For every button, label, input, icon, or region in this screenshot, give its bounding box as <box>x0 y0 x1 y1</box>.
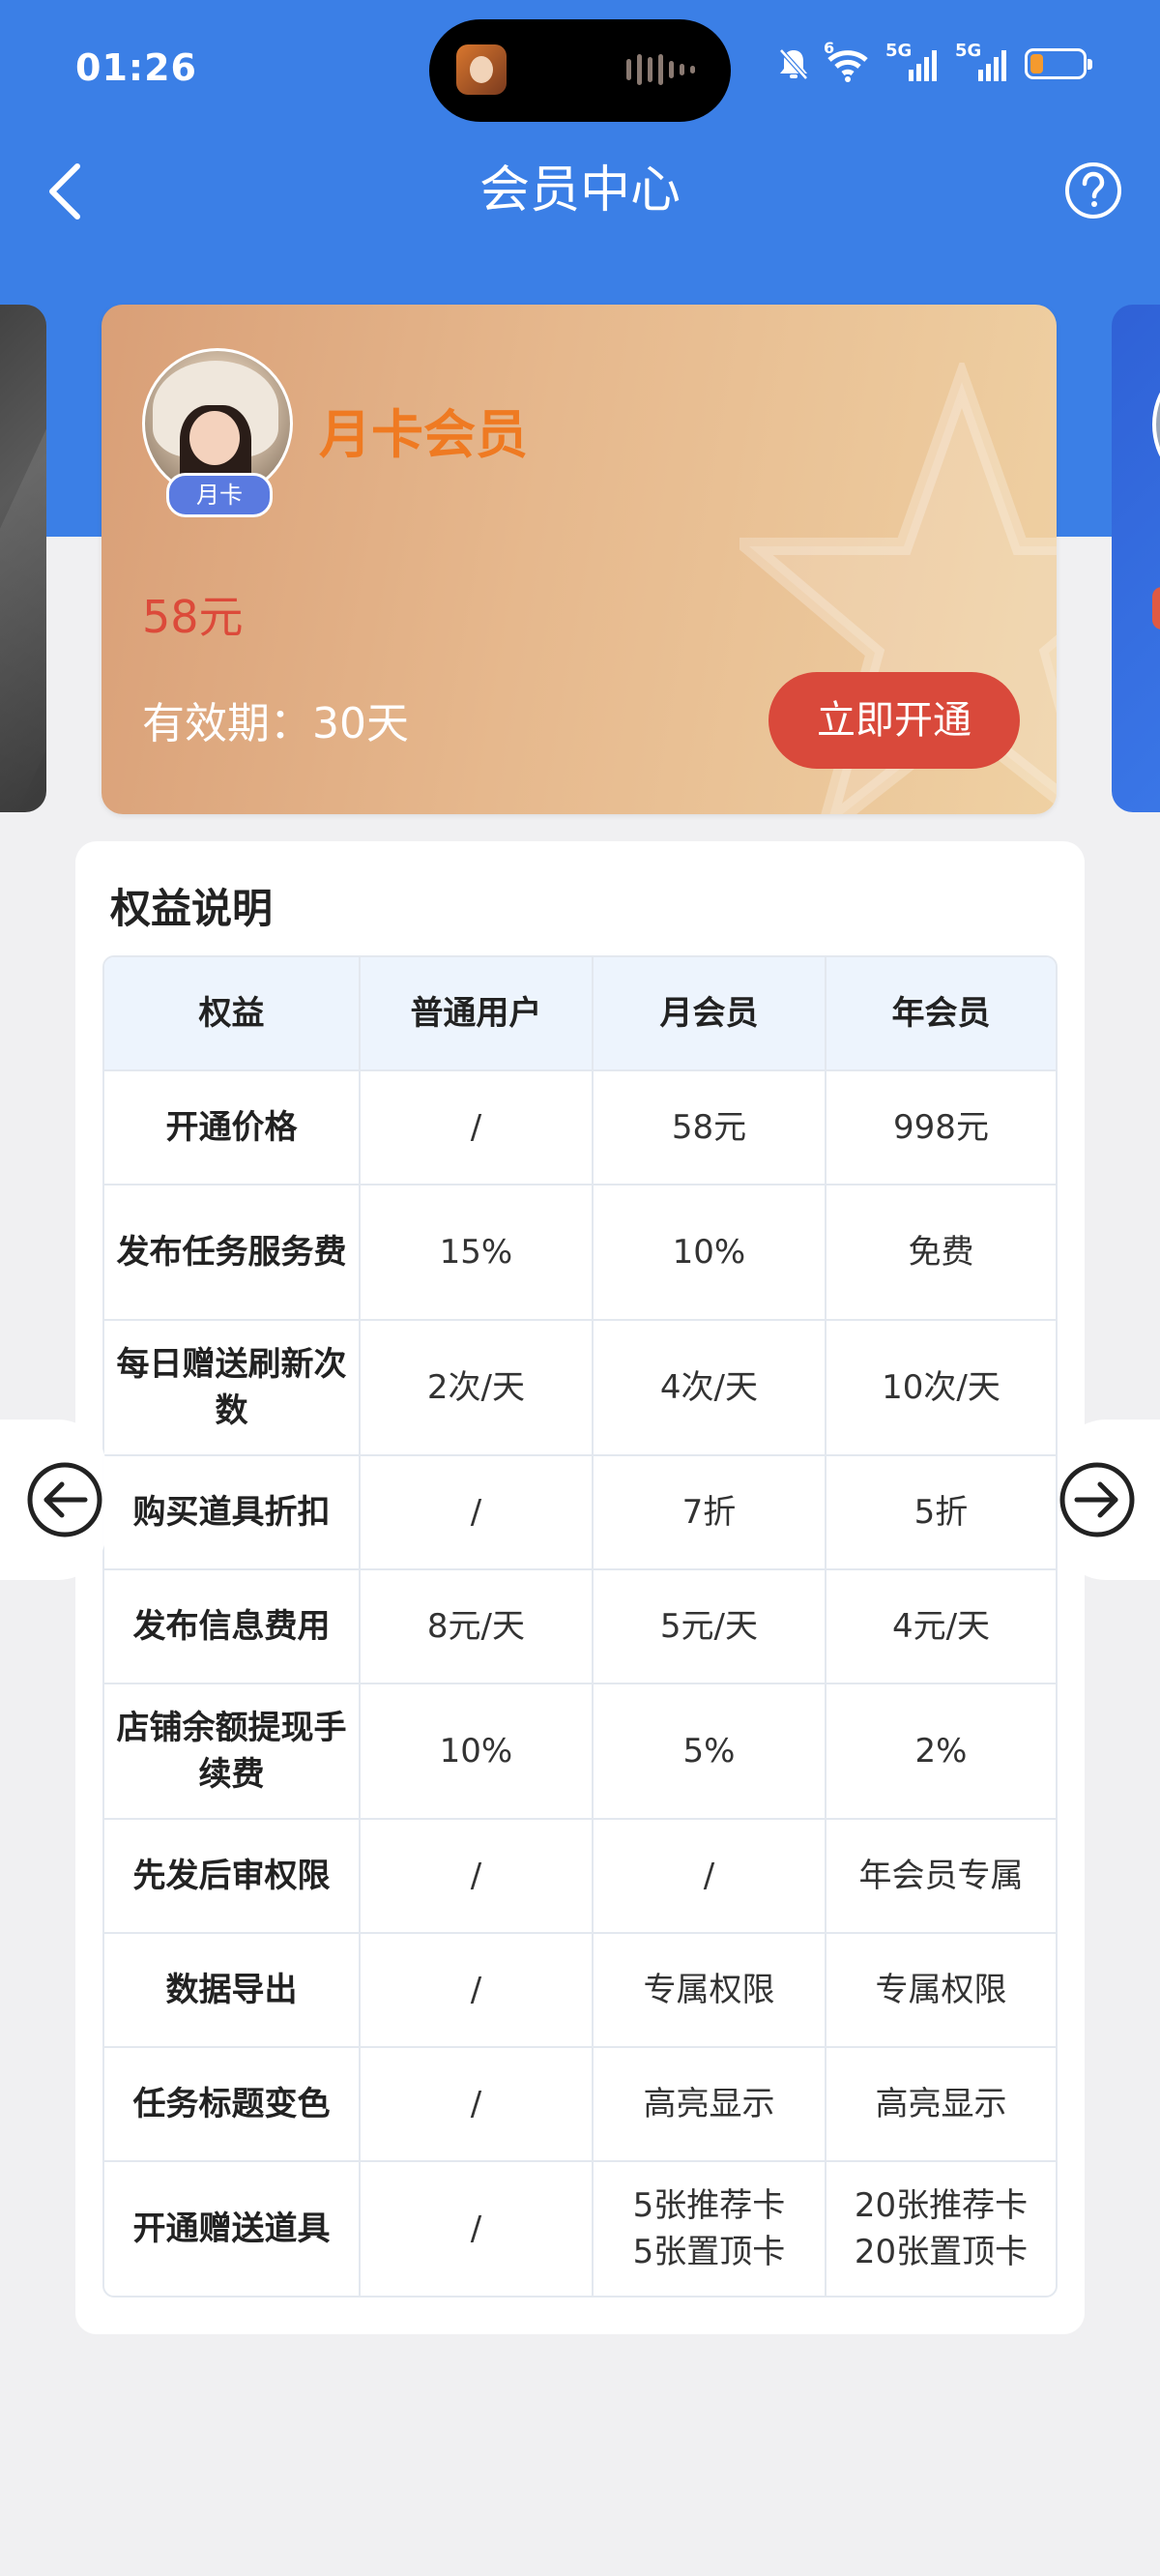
table-cell: 免费 <box>824 1186 1056 1319</box>
table-cell: / <box>358 2048 592 2160</box>
benefit-name-cell: 店铺余额提现手续费 <box>116 1709 347 1794</box>
question-circle-icon <box>1065 162 1121 219</box>
arrow-left-circle-icon <box>27 1462 102 1537</box>
benefits-table: 权益 普通用户 月会员 年会员 开通价格/58元 998元 发布任务服务费 15% 10% 免费每… <box>102 955 1058 2298</box>
wifi-icon: 6 <box>824 41 872 83</box>
prev-membership-card[interactable] <box>0 305 46 812</box>
table-cell: / <box>358 1456 592 1568</box>
table-cell: 5% <box>591 1684 825 1818</box>
benefit-name-cell: 任务标题变色 <box>132 2085 331 2123</box>
table-cell: 10% <box>591 1186 825 1319</box>
membership-badge: 月卡 <box>166 473 273 517</box>
table-cell: 高亮显示 <box>591 2048 825 2160</box>
benefit-name-cell: 每日赠送刷新次数 <box>116 1345 347 1430</box>
table-cell: / <box>358 1071 592 1184</box>
cell-signal-1-icon: 5G <box>885 43 942 83</box>
table-cell: 专属权限 <box>591 1934 825 2046</box>
table-cell: 专属权限 <box>824 1934 1056 2046</box>
benefit-name-cell: 发布任务服务费 <box>116 1233 347 1272</box>
card-price-edge <box>1152 587 1160 629</box>
next-card-button[interactable] <box>1058 1420 1160 1580</box>
table-cell: / <box>591 1820 825 1932</box>
table-cell: 20张推荐卡 20张置顶卡 <box>824 2162 1056 2296</box>
table-cell: 5张推荐卡 5张置顶卡 <box>591 2162 825 2296</box>
benefit-name-cell: 购买道具折扣 <box>132 1493 331 1532</box>
benefits-panel: 权益说明 权益 普通用户 月会员 年会员 开通价格/58元 998元 发布任务服务费 15% 1… <box>75 841 1085 2334</box>
table-row: 发布任务服务费 15% 10% 免费 <box>104 1184 1056 1319</box>
benefit-name-cell: 数据导出 <box>165 1971 298 2009</box>
benefit-name-cell: 开通价格 <box>165 1108 298 1147</box>
benefit-name-cell: 发布信息费用 <box>132 1607 331 1646</box>
status-time: 01:26 <box>75 46 197 89</box>
table-cell: 2次/天 <box>358 1321 592 1454</box>
table-cell: / <box>358 1934 592 2046</box>
cell-signal-2-icon: 5G <box>955 43 1011 83</box>
table-cell: 5折 <box>824 1456 1056 1568</box>
table-cell: 10次/天 <box>824 1321 1056 1454</box>
card-avatar-edge <box>1152 363 1160 486</box>
table-header-cell: 普通用户 <box>358 957 592 1069</box>
status-icons: 6 5G 5G <box>777 41 1092 83</box>
membership-card: 月卡 月卡会员 58元 有效期：30天 立即开通 <box>102 305 1057 814</box>
battery-level <box>1030 54 1043 73</box>
benefits-title: 权益说明 <box>110 885 274 932</box>
table-cell: 10% <box>358 1684 592 1818</box>
table-cell: 7折 <box>591 1456 825 1568</box>
table-header-cell: 权益 <box>198 994 265 1033</box>
table-cell: 998元 <box>824 1071 1056 1184</box>
table-row: 任务标题变色 / 高亮显示 高亮显示 <box>104 2046 1056 2160</box>
benefit-name-cell: 先发后审权限 <box>132 1857 331 1895</box>
card-price: 58元 <box>142 591 244 643</box>
table-row: 购买道具折扣 /7折 5折 <box>104 1454 1056 1568</box>
table-header-cell: 年会员 <box>824 957 1056 1069</box>
table-cell: 4次/天 <box>591 1321 825 1454</box>
bell-muted-icon <box>779 48 808 80</box>
table-row: 开通赠送道具 /5张推荐卡 5张置顶卡 20张推荐卡 20张置顶卡 <box>104 2160 1056 2296</box>
audio-wave-icon <box>626 54 695 85</box>
table-row: 开通价格 /58元 998元 <box>104 1069 1056 1184</box>
table-row: 发布信息费用 8元/天 5元/天 4元/天 <box>104 1568 1056 1683</box>
card-validity: 有效期：30天 <box>142 699 409 748</box>
table-cell: 58元 <box>591 1071 825 1184</box>
table-header-cell: 月会员 <box>591 957 825 1069</box>
table-cell: 15% <box>358 1186 592 1319</box>
table-cell: 年会员专属 <box>824 1820 1056 1932</box>
table-row: 先发后审权限 / / 年会员专属 <box>104 1818 1056 1932</box>
table-row: 店铺余额提现手续费 10% 5% 2% <box>104 1683 1056 1818</box>
table-cell: / <box>358 2162 592 2296</box>
table-cell: 5元/天 <box>591 1570 825 1683</box>
battery-icon <box>1025 48 1092 79</box>
help-button[interactable] <box>1063 161 1123 220</box>
arrow-right-circle-icon <box>1059 1462 1135 1537</box>
prev-card-button[interactable] <box>0 1420 106 1580</box>
table-row: 每日赠送刷新次数 2次/天 4次/天 10次/天 <box>104 1319 1056 1454</box>
card-title: 月卡会员 <box>319 404 528 465</box>
table-cell: / <box>358 1820 592 1932</box>
dynamic-island <box>429 19 731 122</box>
table-cell: 4元/天 <box>824 1570 1056 1683</box>
media-thumbnail-icon <box>456 44 507 95</box>
next-membership-card[interactable] <box>1112 305 1160 812</box>
table-row: 数据导出 / 专属权限 专属权限 <box>104 1932 1056 2046</box>
table-header-row: 权益 普通用户 月会员 年会员 <box>104 957 1056 1069</box>
table-cell: 2% <box>824 1684 1056 1818</box>
open-now-button[interactable]: 立即开通 <box>768 672 1020 769</box>
table-cell: 8元/天 <box>358 1570 592 1683</box>
benefit-name-cell: 开通赠送道具 <box>132 2210 331 2248</box>
table-cell: 高亮显示 <box>824 2048 1056 2160</box>
page-title: 会员中心 <box>478 161 681 220</box>
